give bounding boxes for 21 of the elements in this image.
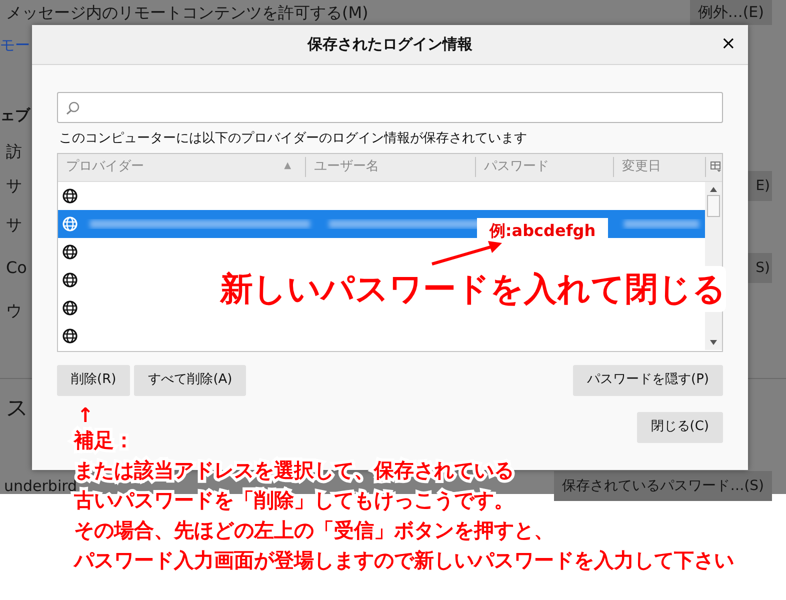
column-label: 変更日 — [622, 158, 661, 176]
column-label: パスワード — [484, 158, 549, 176]
section-heading: ス — [6, 394, 29, 422]
section-heading: ェブ — [0, 104, 30, 126]
note-text: パスワード入力画面が登場しますので新しいパスワードを入力して下さい — [74, 547, 734, 574]
setting-label: Co — [6, 257, 27, 279]
setting-label: ウ — [6, 300, 22, 322]
sort-arrow-icon: ▲ — [284, 160, 291, 174]
note-text: 古いパスワードを「削除」してもけっこうです。 — [74, 488, 514, 514]
column-label: ユーザー名 — [314, 158, 379, 176]
checkbox-label: メッセージ内のリモートコンテンツを許可する(M) — [6, 2, 368, 24]
setting-label: 訪 — [6, 141, 22, 163]
setting-label: サ — [6, 175, 22, 197]
column-label: プロバイダー — [66, 158, 144, 176]
setting-label: サ — [6, 214, 22, 236]
note-text: 補足： — [74, 427, 134, 454]
instruction-text: 新しいパスワードを入れて閉じる — [220, 268, 726, 310]
note-text: その場合、先ほどの左上の「受信」ボタンを押すと、 — [74, 517, 554, 544]
up-arrow-text: ↑ — [77, 402, 94, 429]
caption-text: このコンピューターには以下のプロバイダーのログイン情報が保存されています — [59, 130, 528, 148]
dialog-title: 保存されたログイン情報 — [308, 34, 472, 56]
